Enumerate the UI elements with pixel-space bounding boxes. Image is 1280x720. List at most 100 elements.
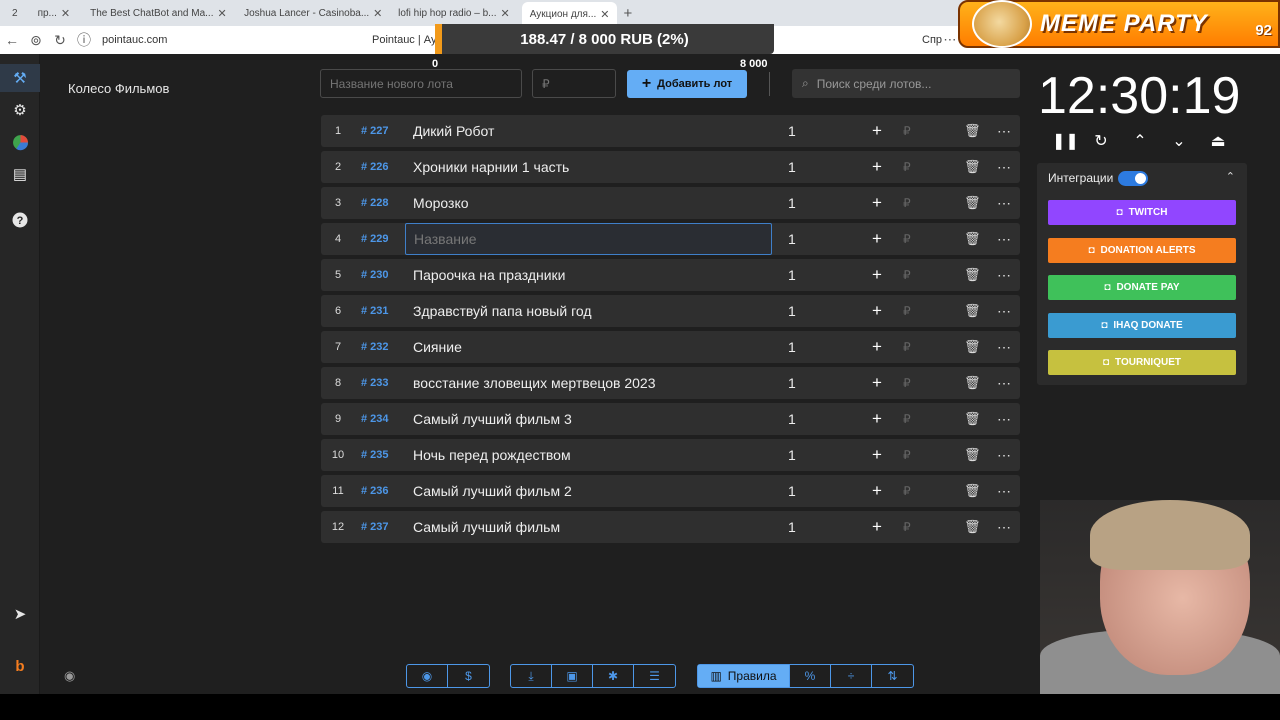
- more-icon[interactable]: ⋯: [997, 303, 1011, 320]
- more-icon[interactable]: ⋯: [997, 339, 1011, 356]
- lot-id[interactable]: # 232: [361, 341, 389, 353]
- browser-tab[interactable]: 2: [4, 3, 26, 23]
- plus-icon[interactable]: +: [872, 121, 882, 141]
- new-lot-price-input[interactable]: [532, 69, 616, 98]
- auction-name[interactable]: Колесо Фильмов: [68, 81, 169, 96]
- bug-icon[interactable]: ✱: [593, 665, 634, 687]
- lot-name-input[interactable]: Название: [405, 223, 772, 255]
- chevron-down-icon[interactable]: ⌄: [1169, 131, 1189, 151]
- ruble-icon[interactable]: ₽: [903, 196, 911, 210]
- lot-amount[interactable]: 1: [788, 411, 796, 427]
- ruble-icon[interactable]: ₽: [903, 124, 911, 138]
- ruble-icon[interactable]: ₽: [903, 340, 911, 354]
- ruble-icon[interactable]: ₽: [903, 232, 911, 246]
- lot-id[interactable]: # 226: [361, 161, 389, 173]
- browser-tab[interactable]: lofi hip hop radio – b... ✕: [390, 3, 518, 23]
- chevron-up-icon[interactable]: ⌃: [1130, 131, 1150, 151]
- lot-name[interactable]: Самый лучший фильм 3: [413, 411, 572, 427]
- integration-button[interactable]: ◘ IHAQ DONATE: [1048, 312, 1236, 338]
- more-icon[interactable]: ⋯: [997, 123, 1011, 140]
- lot-name[interactable]: Самый лучший фильм: [413, 519, 560, 535]
- integration-button[interactable]: ◘ TOURNIQUET: [1048, 350, 1236, 375]
- lot-name[interactable]: Сияние: [413, 339, 462, 355]
- trash-icon[interactable]: 🗑: [964, 231, 981, 247]
- ruble-icon[interactable]: ₽: [903, 448, 911, 462]
- plus-icon[interactable]: +: [872, 229, 882, 249]
- trash-icon[interactable]: 🗑: [964, 159, 981, 175]
- lot-id[interactable]: # 235: [361, 449, 389, 461]
- ruble-icon[interactable]: ₽: [903, 484, 911, 498]
- more-icon[interactable]: ⋯: [997, 375, 1011, 392]
- plus-icon[interactable]: +: [872, 265, 882, 285]
- eye-icon[interactable]: ◉: [64, 668, 75, 684]
- github-icon[interactable]: ◉: [407, 665, 448, 687]
- plus-icon[interactable]: +: [872, 193, 882, 213]
- lot-name[interactable]: Самый лучший фильм 2: [413, 483, 572, 499]
- plus-icon[interactable]: +: [872, 373, 882, 393]
- url-text[interactable]: pointauc.com: [102, 34, 167, 46]
- reset-icon[interactable]: ↻: [1091, 131, 1111, 151]
- site-info-icon[interactable]: ⊚: [24, 32, 48, 49]
- browser-tab[interactable]: Joshua Lancer - Casinoba... ✕: [236, 3, 386, 23]
- lot-amount[interactable]: 1: [788, 375, 796, 391]
- plus-icon[interactable]: +: [872, 337, 882, 357]
- lot-id[interactable]: # 237: [361, 521, 389, 533]
- browser-tab[interactable]: Аукцион для... ✕: [521, 2, 618, 26]
- pause-icon[interactable]: ❚❚: [1052, 131, 1079, 151]
- lot-amount[interactable]: 1: [788, 519, 796, 535]
- reload-icon[interactable]: ↻: [48, 32, 72, 49]
- add-lot-button[interactable]: + Добавить лот: [627, 70, 747, 98]
- brand-icon[interactable]: b: [0, 652, 40, 680]
- save-icon[interactable]: ▣: [552, 665, 593, 687]
- lot-id[interactable]: # 227: [361, 125, 389, 137]
- new-lot-name-input[interactable]: [320, 69, 522, 98]
- back-icon[interactable]: ←: [0, 32, 24, 48]
- ruble-icon[interactable]: ₽: [903, 160, 911, 174]
- donate-icon[interactable]: $: [448, 665, 489, 687]
- close-tab-icon[interactable]: ✕: [218, 7, 227, 20]
- ruble-icon[interactable]: ₽: [903, 412, 911, 426]
- trash-icon[interactable]: 🗑: [964, 375, 981, 391]
- lot-name[interactable]: Хроники нарнии 1 часть: [413, 159, 569, 175]
- close-tab-icon[interactable]: ✕: [61, 7, 70, 20]
- more-icon[interactable]: ⋯: [943, 32, 956, 48]
- lot-name[interactable]: Морозко: [413, 195, 469, 211]
- double-up-icon[interactable]: ⏏: [1208, 131, 1228, 151]
- more-icon[interactable]: ⋯: [997, 267, 1011, 284]
- integration-button[interactable]: ◘ DONATE PAY: [1048, 275, 1236, 300]
- close-tab-icon[interactable]: ✕: [600, 8, 609, 21]
- new-tab-icon[interactable]: +: [623, 5, 632, 22]
- trash-icon[interactable]: 🗑: [964, 519, 981, 535]
- plus-icon[interactable]: +: [872, 409, 882, 429]
- lot-amount[interactable]: 1: [788, 123, 796, 139]
- integrations-toggle[interactable]: [1118, 171, 1148, 186]
- integration-button[interactable]: ◘ DONATION ALERTS: [1048, 237, 1236, 263]
- trash-icon[interactable]: 🗑: [964, 447, 981, 463]
- lot-id[interactable]: # 236: [361, 485, 389, 497]
- wheel-icon[interactable]: [0, 128, 40, 156]
- lot-amount[interactable]: 1: [788, 159, 796, 175]
- lot-id[interactable]: # 230: [361, 269, 389, 281]
- more-icon[interactable]: ⋯: [997, 483, 1011, 500]
- ruble-icon[interactable]: ₽: [903, 268, 911, 282]
- browser-tab[interactable]: The Best ChatBot and Ma... ✕: [82, 3, 232, 23]
- lot-amount[interactable]: 1: [788, 447, 796, 463]
- trash-icon[interactable]: 🗑: [964, 339, 981, 355]
- trash-icon[interactable]: 🗑: [964, 483, 981, 499]
- more-icon[interactable]: ⋯: [997, 195, 1011, 212]
- lot-id[interactable]: # 229: [361, 233, 389, 245]
- lot-amount[interactable]: 1: [788, 303, 796, 319]
- clipboard-icon[interactable]: ▤: [0, 160, 40, 188]
- plus-icon[interactable]: +: [872, 517, 882, 537]
- lot-name[interactable]: Здравствуй папа новый год: [413, 303, 592, 319]
- gear-icon[interactable]: ⚙: [0, 96, 40, 124]
- compact-icon[interactable]: ÷: [831, 665, 872, 687]
- telegram-icon[interactable]: ➤: [0, 600, 40, 628]
- clear-list-icon[interactable]: ☰: [634, 665, 675, 687]
- more-icon[interactable]: ⋯: [997, 447, 1011, 464]
- integration-button[interactable]: ◘ TWITCH: [1048, 200, 1236, 225]
- lot-id[interactable]: # 233: [361, 377, 389, 389]
- lot-amount[interactable]: 1: [788, 231, 796, 247]
- sort-icon[interactable]: ⇅: [872, 665, 913, 687]
- plus-icon[interactable]: +: [872, 157, 882, 177]
